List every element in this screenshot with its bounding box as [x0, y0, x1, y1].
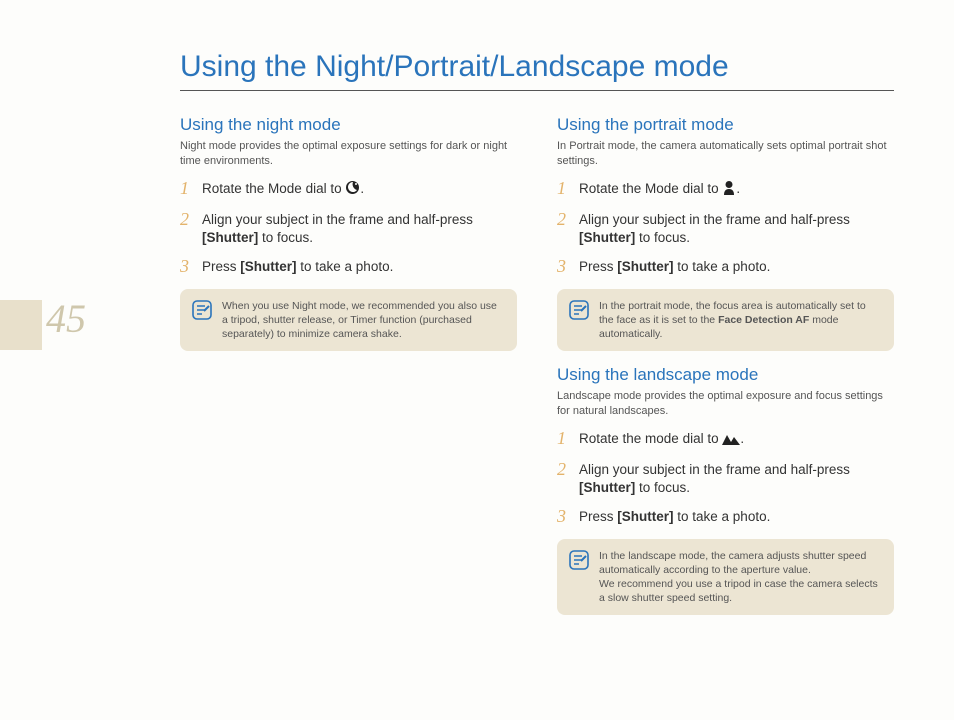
- landscape-note: In the landscape mode, the camera adjust…: [557, 539, 894, 616]
- step-number: 2: [180, 210, 202, 228]
- step-text: Press [Shutter] to take a photo.: [202, 257, 393, 276]
- page-title: Using the Night/Portrait/Landscape mode: [180, 50, 894, 91]
- text: to take a photo.: [674, 509, 771, 524]
- text: Rotate the Mode dial to: [579, 181, 722, 196]
- step-number: 3: [180, 257, 202, 275]
- shutter-key: [Shutter]: [617, 509, 673, 524]
- portrait-lead: In Portrait mode, the camera automatical…: [557, 139, 894, 169]
- landscape-steps: 1 Rotate the mode dial to . 2 Align your…: [557, 429, 894, 527]
- note-icon: [569, 550, 589, 575]
- note-text: In the landscape mode, the camera adjust…: [599, 549, 882, 606]
- step-number: 1: [180, 179, 202, 197]
- step-text: Press [Shutter] to take a photo.: [579, 507, 770, 526]
- landscape-step-2: 2 Align your subject in the frame and ha…: [557, 460, 894, 497]
- text: Align your subject in the frame and half…: [579, 462, 850, 477]
- text: .: [736, 181, 740, 196]
- text: Align your subject in the frame and half…: [579, 212, 850, 227]
- portrait-step-1: 1 Rotate the Mode dial to .: [557, 179, 894, 200]
- text: Rotate the mode dial to: [579, 431, 722, 446]
- portrait-step-2: 2 Align your subject in the frame and ha…: [557, 210, 894, 247]
- text: .: [740, 431, 744, 446]
- text: .: [360, 181, 364, 196]
- text: to focus.: [635, 480, 690, 495]
- shutter-key: [Shutter]: [617, 259, 673, 274]
- night-step-3: 3 Press [Shutter] to take a photo.: [180, 257, 517, 276]
- note-text: In the portrait mode, the focus area is …: [599, 299, 882, 342]
- night-mode-icon: [345, 180, 360, 200]
- night-note: When you use Night mode, we recommended …: [180, 289, 517, 352]
- text: Rotate the Mode dial to: [202, 181, 345, 196]
- shutter-key: [Shutter]: [579, 480, 635, 495]
- night-step-2: 2 Align your subject in the frame and ha…: [180, 210, 517, 247]
- shutter-key: [Shutter]: [202, 230, 258, 245]
- text: Press: [579, 509, 617, 524]
- step-number: 2: [557, 210, 579, 228]
- text: Press: [579, 259, 617, 274]
- shutter-key: [Shutter]: [240, 259, 296, 274]
- text: to take a photo.: [297, 259, 394, 274]
- note-text: When you use Night mode, we recommended …: [222, 299, 505, 342]
- night-step-1: 1 Rotate the Mode dial to .: [180, 179, 517, 200]
- manual-page: 45 Using the Night/Portrait/Landscape mo…: [0, 0, 954, 720]
- text: to take a photo.: [674, 259, 771, 274]
- step-number: 1: [557, 429, 579, 447]
- landscape-heading: Using the landscape mode: [557, 365, 894, 385]
- text: Press: [202, 259, 240, 274]
- step-text: Rotate the Mode dial to .: [579, 179, 740, 200]
- columns: Using the night mode Night mode provides…: [180, 115, 894, 621]
- left-column: Using the night mode Night mode provides…: [180, 115, 517, 621]
- landscape-lead: Landscape mode provides the optimal expo…: [557, 389, 894, 419]
- step-number: 2: [557, 460, 579, 478]
- step-text: Align your subject in the frame and half…: [202, 210, 517, 247]
- step-number: 1: [557, 179, 579, 197]
- step-number: 3: [557, 257, 579, 275]
- note-icon: [192, 300, 212, 325]
- portrait-heading: Using the portrait mode: [557, 115, 894, 135]
- landscape-step-1: 1 Rotate the mode dial to .: [557, 429, 894, 450]
- text: Align your subject in the frame and half…: [202, 212, 473, 227]
- step-text: Rotate the Mode dial to .: [202, 179, 364, 200]
- note-icon: [569, 300, 589, 325]
- night-lead: Night mode provides the optimal exposure…: [180, 139, 517, 169]
- right-column: Using the portrait mode In Portrait mode…: [557, 115, 894, 621]
- portrait-steps: 1 Rotate the Mode dial to . 2 Align your…: [557, 179, 894, 277]
- step-text: Align your subject in the frame and half…: [579, 210, 894, 247]
- face-detection-af: Face Detection AF: [718, 314, 809, 326]
- portrait-mode-icon: [722, 180, 736, 200]
- portrait-step-3: 3 Press [Shutter] to take a photo.: [557, 257, 894, 276]
- text: to focus.: [635, 230, 690, 245]
- night-steps: 1 Rotate the Mode dial to . 2 Align your…: [180, 179, 517, 277]
- landscape-step-3: 3 Press [Shutter] to take a photo.: [557, 507, 894, 526]
- step-number: 3: [557, 507, 579, 525]
- step-text: Rotate the mode dial to .: [579, 429, 744, 450]
- content-area: Using the Night/Portrait/Landscape mode …: [180, 50, 894, 621]
- portrait-note: In the portrait mode, the focus area is …: [557, 289, 894, 352]
- page-number-tab: [0, 300, 42, 350]
- text: to focus.: [258, 230, 313, 245]
- landscape-mode-icon: [722, 432, 740, 450]
- page-number: 45: [46, 295, 86, 342]
- step-text: Press [Shutter] to take a photo.: [579, 257, 770, 276]
- step-text: Align your subject in the frame and half…: [579, 460, 894, 497]
- shutter-key: [Shutter]: [579, 230, 635, 245]
- night-heading: Using the night mode: [180, 115, 517, 135]
